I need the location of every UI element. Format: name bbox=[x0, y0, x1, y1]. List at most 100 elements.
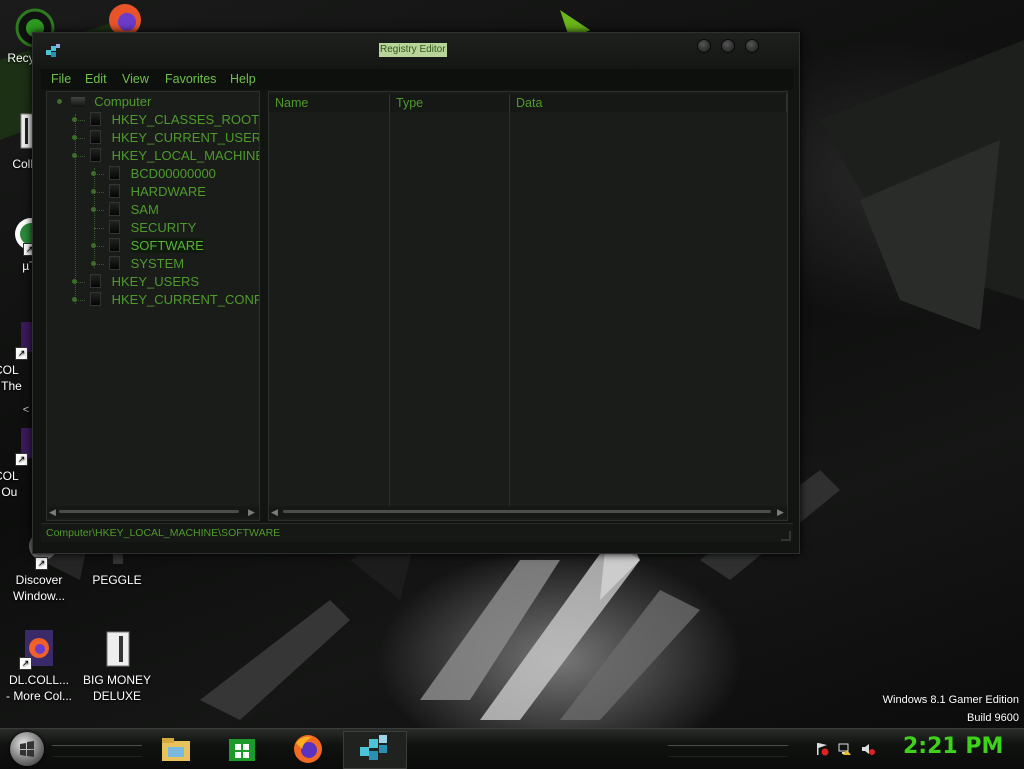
tree-horizontal-scrollbar[interactable]: ◀ ▶ bbox=[47, 506, 259, 518]
tree-node-label: HARDWARE bbox=[130, 184, 206, 199]
desktop-icon-label: PEGGLE bbox=[92, 573, 142, 587]
tree-node-sam[interactable]: SAM bbox=[91, 201, 159, 219]
firefox-file-icon: ↗ bbox=[19, 628, 57, 670]
folder-icon bbox=[109, 238, 120, 252]
tree-node-hkey-users[interactable]: HKEY_USERS bbox=[72, 273, 199, 291]
shortcut-arrow-icon: ↗ bbox=[15, 453, 28, 466]
network-icon[interactable] bbox=[838, 742, 852, 756]
expand-toggle[interactable] bbox=[72, 135, 77, 140]
scroll-right-arrow[interactable]: ▶ bbox=[777, 506, 784, 518]
shortcut-arrow-icon: ↗ bbox=[35, 557, 48, 570]
taskbar-decoration bbox=[668, 745, 788, 757]
tree-node-label: Computer bbox=[94, 94, 152, 109]
folder-icon bbox=[90, 292, 101, 306]
tree-node-label: HKEY_CURRENT_CONFI bbox=[111, 292, 260, 307]
file-explorer-icon[interactable] bbox=[160, 733, 192, 765]
close-button[interactable] bbox=[745, 39, 759, 53]
expand-toggle[interactable] bbox=[91, 207, 96, 212]
windows-start-icon[interactable] bbox=[10, 732, 44, 766]
resize-grip-icon[interactable] bbox=[781, 531, 791, 541]
firefox-icon[interactable] bbox=[292, 733, 324, 765]
expand-toggle[interactable] bbox=[91, 243, 96, 248]
desktop-icon-dl-collection[interactable]: ↗ DL.COLL... - More Col... bbox=[0, 628, 78, 704]
tree-node-label: SAM bbox=[130, 202, 159, 217]
list-horizontal-scrollbar[interactable]: ◀ ▶ bbox=[269, 506, 787, 518]
tree-node-hardware[interactable]: HARDWARE bbox=[91, 183, 206, 201]
key-tree-pane[interactable]: Computer HKEY_CLASSES_ROOT HKEY_CURRENT_… bbox=[46, 91, 260, 521]
expand-toggle[interactable] bbox=[57, 99, 62, 104]
computer-icon bbox=[70, 97, 85, 107]
action-center-flag-icon[interactable] bbox=[815, 742, 829, 756]
column-header-type[interactable]: Type bbox=[390, 94, 510, 112]
column-divider bbox=[389, 112, 390, 512]
minimize-button[interactable] bbox=[697, 39, 711, 53]
expand-toggle[interactable] bbox=[72, 297, 77, 302]
tree-node-bcd[interactable]: BCD00000000 bbox=[91, 165, 216, 183]
column-header-name[interactable]: Name bbox=[269, 94, 390, 112]
scroll-left-arrow[interactable]: ◀ bbox=[49, 506, 56, 518]
tree-node-security[interactable]: SECURITY bbox=[91, 219, 196, 237]
folder-icon bbox=[90, 130, 101, 144]
expand-toggle[interactable] bbox=[72, 117, 77, 122]
shortcut-arrow-icon: ↗ bbox=[19, 657, 32, 670]
pane-splitter[interactable] bbox=[258, 91, 268, 519]
registry-editor-icon[interactable] bbox=[358, 733, 390, 765]
taskbar-clock[interactable]: 2:21 PM bbox=[903, 734, 1003, 760]
scroll-thumb[interactable] bbox=[283, 510, 771, 513]
column-header-data[interactable]: Data bbox=[510, 94, 787, 112]
menu-favorites[interactable]: Favorites bbox=[165, 71, 216, 87]
values-list-pane[interactable]: Name Type Data ◀ ▶ bbox=[268, 91, 788, 521]
tree-node-hkey-current-config[interactable]: HKEY_CURRENT_CONFI bbox=[72, 291, 260, 309]
tree-node-label: SECURITY bbox=[130, 220, 197, 235]
expand-toggle[interactable] bbox=[91, 171, 96, 176]
shortcut-arrow-icon: ↗ bbox=[15, 347, 28, 360]
tree-node-hkey-classes-root[interactable]: HKEY_CLASSES_ROOT bbox=[72, 111, 259, 129]
scroll-thumb[interactable] bbox=[59, 510, 239, 513]
tree-node-label: SYSTEM bbox=[130, 256, 185, 271]
folder-icon bbox=[109, 166, 120, 180]
desktop-icon-label-2: - More Col... bbox=[5, 689, 72, 703]
menu-bar: File Edit View Favorites Help bbox=[41, 69, 793, 89]
folder-icon bbox=[90, 274, 101, 288]
tree-node-label: HKEY_CURRENT_USER bbox=[111, 130, 260, 145]
registry-editor-window[interactable]: Registry Editor File Edit View Favorites… bbox=[32, 32, 800, 554]
column-divider bbox=[509, 112, 510, 512]
desktop-icon-label-2: Window... bbox=[12, 589, 66, 603]
taskbar-decoration bbox=[52, 745, 142, 757]
menu-file[interactable]: File bbox=[51, 71, 71, 87]
desktop-icon-label-1: Discover bbox=[15, 573, 63, 587]
expand-toggle[interactable] bbox=[72, 279, 77, 284]
expand-toggle[interactable] bbox=[91, 261, 96, 266]
tree-node-computer[interactable]: Computer bbox=[57, 93, 151, 111]
menu-help[interactable]: Help bbox=[230, 71, 256, 87]
expand-toggle[interactable] bbox=[72, 153, 77, 158]
status-path: Computer\HKEY_LOCAL_MACHINE\SOFTWARE bbox=[46, 527, 281, 539]
scroll-left-arrow[interactable]: ◀ bbox=[271, 506, 278, 518]
tree-node-system[interactable]: SYSTEM bbox=[91, 255, 184, 273]
tree-node-label: HKEY_USERS bbox=[111, 274, 200, 289]
desktop-icon-label-2: DELUXE bbox=[92, 689, 142, 703]
tree-node-software[interactable]: SOFTWARE bbox=[91, 237, 204, 255]
tree-node-hkey-local-machine[interactable]: HKEY_LOCAL_MACHINE bbox=[72, 147, 260, 165]
menu-view[interactable]: View bbox=[122, 71, 149, 87]
title-bar[interactable]: Registry Editor bbox=[33, 33, 799, 69]
tree-node-label: HKEY_LOCAL_MACHINE bbox=[111, 148, 260, 163]
tree-node-label: SOFTWARE bbox=[130, 238, 204, 253]
tree-node-hkey-current-user[interactable]: HKEY_CURRENT_USER bbox=[72, 129, 260, 147]
menu-edit[interactable]: Edit bbox=[85, 71, 107, 87]
tree-node-label: HKEY_CLASSES_ROOT bbox=[111, 112, 260, 127]
window-title: Registry Editor bbox=[379, 43, 447, 57]
desktop-icon-big-money[interactable]: BIG MONEY DELUXE bbox=[78, 628, 156, 704]
folder-icon bbox=[90, 112, 101, 126]
expand-toggle[interactable] bbox=[91, 189, 96, 194]
folder-icon bbox=[109, 184, 120, 198]
volume-muted-icon[interactable] bbox=[861, 742, 875, 756]
edition-watermark-line2: Build 9600 bbox=[967, 712, 1019, 724]
maximize-button[interactable] bbox=[721, 39, 735, 53]
desktop-icon-label-1: DL.COLL... bbox=[8, 673, 70, 687]
folder-icon bbox=[109, 220, 120, 234]
scroll-right-arrow[interactable]: ▶ bbox=[248, 506, 255, 518]
folder-icon bbox=[90, 148, 101, 162]
store-icon[interactable] bbox=[226, 733, 258, 765]
tree-node-label: BCD00000000 bbox=[130, 166, 216, 181]
